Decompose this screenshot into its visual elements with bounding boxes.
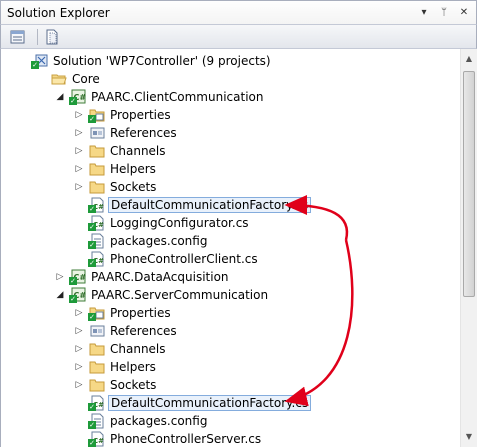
tree-item-label: packages.config (110, 414, 208, 428)
checked-in-icon: ✓ (88, 223, 96, 231)
properties-folder-icon: ✓ (88, 305, 106, 321)
config-file-icon: ✓ (88, 413, 106, 429)
properties-icon[interactable] (9, 28, 27, 46)
csharp-project-icon: C# ✓ (69, 287, 87, 303)
expand-arrow-icon[interactable]: ▷ (55, 271, 65, 283)
tree-item-label: References (110, 324, 177, 338)
title-bar: Solution Explorer ▾ ᛘ ✕ (0, 0, 477, 25)
solution-tree: ▲ ▼ ✓ Solution 'WP7Controller' (9 project… (0, 49, 477, 447)
checked-in-icon: ✓ (88, 205, 96, 213)
tree-item-label: PhoneControllerClient.cs (110, 252, 258, 266)
tree-item-label: Helpers (110, 162, 156, 176)
folder-icon (88, 377, 106, 393)
tree-item-label: PAARC.ServerCommunication (91, 288, 269, 302)
references-icon (88, 125, 106, 141)
tree-item-label: DefaultCommunicationFactory.cs (108, 197, 312, 213)
expand-arrow-icon[interactable]: ▷ (74, 145, 84, 157)
tree-item-label: packages.config (110, 234, 208, 248)
config-file-icon: ✓ (88, 233, 106, 249)
checked-in-icon: ✓ (88, 421, 96, 429)
checked-in-icon: ✓ (69, 277, 77, 285)
show-all-files-icon[interactable] (43, 28, 61, 46)
solution-icon: ✓ (31, 53, 49, 69)
folder-icon (88, 143, 106, 159)
tree-item-label: LoggingConfigurator.cs (110, 216, 249, 230)
tree-item-label: Channels (110, 342, 166, 356)
tree-item-label: Properties (110, 108, 171, 122)
tree-item-label: Core (72, 72, 100, 86)
checked-in-icon: ✓ (69, 97, 77, 105)
expand-arrow-icon[interactable]: ▷ (74, 163, 84, 175)
collapse-arrow-icon[interactable]: ◢ (55, 289, 65, 301)
csharp-project-icon: C# ✓ (69, 89, 87, 105)
title-buttons: ▾ ᛘ ✕ (416, 5, 472, 21)
window-title: Solution Explorer (7, 6, 110, 20)
checked-in-icon: ✓ (88, 403, 96, 411)
tree-item-label: Solution 'WP7Controller' (9 projects) (53, 54, 271, 68)
tree-item-label: Sockets (110, 180, 157, 194)
tree-item-label: Sockets (110, 378, 157, 392)
csharp-file-icon: C# ✓ (88, 197, 106, 213)
scroll-up-icon[interactable]: ▲ (461, 51, 477, 67)
checked-in-icon: ✓ (88, 115, 96, 123)
checked-in-icon: ✓ (88, 313, 96, 321)
tree-item-label: Helpers (110, 360, 156, 374)
folder-icon (88, 359, 106, 375)
checked-in-icon: ✓ (88, 439, 96, 447)
collapse-arrow-icon[interactable]: ◢ (55, 91, 65, 103)
folder-open-icon (50, 71, 68, 87)
checked-in-icon: ✓ (69, 295, 77, 303)
expand-arrow-icon[interactable]: ▷ (74, 127, 84, 139)
csharp-file-icon: C# ✓ (88, 251, 106, 267)
expand-arrow-icon[interactable]: ▷ (74, 307, 84, 319)
expand-arrow-icon[interactable]: ▷ (74, 343, 84, 355)
folder-icon (88, 161, 106, 177)
expand-arrow-icon[interactable]: ▷ (74, 109, 84, 121)
vertical-scrollbar[interactable]: ▲ ▼ (460, 49, 477, 447)
scrollbar-thumb[interactable] (463, 71, 475, 297)
folder-icon (88, 341, 106, 357)
references-icon (88, 323, 106, 339)
checked-in-icon: ✓ (31, 61, 39, 69)
csharp-project-icon: C# ✓ (69, 269, 87, 285)
expand-arrow-icon[interactable]: ▷ (74, 361, 84, 373)
checked-in-icon: ✓ (88, 259, 96, 267)
properties-folder-icon: ✓ (88, 107, 106, 123)
tree-item-label: PAARC.ClientCommunication (91, 90, 264, 104)
tree-item-label: References (110, 126, 177, 140)
expand-arrow-icon[interactable]: ▷ (74, 181, 84, 193)
folder-icon (88, 179, 106, 195)
csharp-file-icon: C# ✓ (88, 431, 106, 447)
checked-in-icon: ✓ (88, 241, 96, 249)
toolbar-separator (37, 29, 38, 45)
dropdown-icon[interactable]: ▾ (416, 5, 432, 21)
tree-item-label: DefaultCommunicationFactory.cs (108, 395, 312, 411)
close-icon[interactable]: ✕ (456, 5, 472, 21)
expand-arrow-icon[interactable]: ▷ (74, 379, 84, 391)
pin-icon[interactable]: ᛘ (436, 5, 452, 21)
tree-item-label: PAARC.DataAcquisition (91, 270, 229, 284)
toolbar (0, 25, 477, 49)
csharp-file-icon: C# ✓ (88, 395, 106, 411)
tree-item-label: Properties (110, 306, 171, 320)
tree-item-label: PhoneControllerServer.cs (110, 432, 262, 446)
expand-arrow-icon[interactable]: ▷ (74, 325, 84, 337)
scroll-down-icon[interactable]: ▼ (461, 429, 477, 445)
csharp-file-icon: C# ✓ (88, 215, 106, 231)
tree-item-label: Channels (110, 144, 166, 158)
